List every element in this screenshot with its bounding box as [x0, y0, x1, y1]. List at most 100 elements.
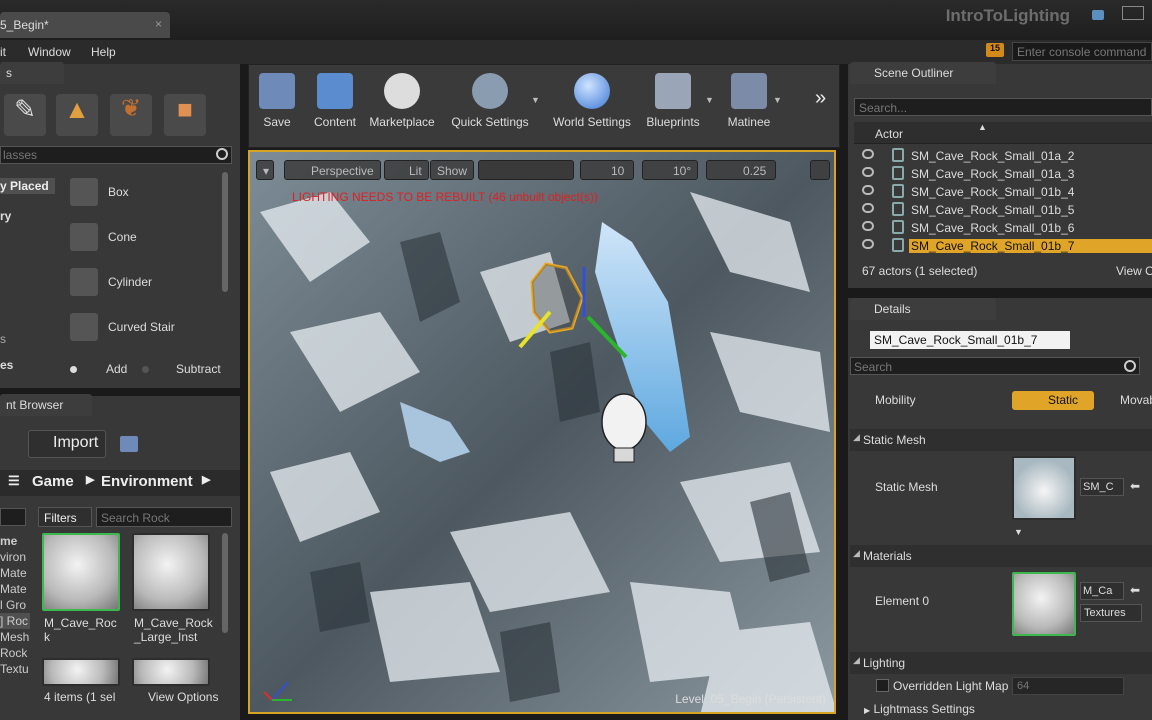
dropdown-arrow-icon[interactable]: ▼	[705, 95, 714, 105]
placeables-scrollbar[interactable]	[222, 172, 228, 292]
toolbar-overflow-icon[interactable]: »	[815, 87, 826, 110]
search-icon[interactable]	[216, 148, 228, 160]
outliner-row[interactable]: SM_Cave_Rock_Small_01b_5	[856, 201, 1152, 219]
outliner-row[interactable]: SM_Cave_Rock_Small_01b_4	[856, 183, 1152, 201]
tree-item[interactable]: Textu	[0, 661, 30, 677]
use-selected-arrow-icon[interactable]: ⬅	[1130, 583, 1140, 597]
mobility-static-button[interactable]: Static	[1012, 391, 1094, 410]
tab-content-browser[interactable]: nt Browser	[0, 394, 92, 416]
category-volumes[interactable]: s	[0, 332, 6, 346]
details-search-input[interactable]: Search	[850, 357, 1140, 375]
use-selected-arrow-icon[interactable]: ⬅	[1130, 479, 1140, 493]
visibility-eye-icon[interactable]	[862, 167, 874, 177]
rotation-snap-button[interactable]: 10°	[642, 160, 698, 180]
tree-item[interactable]: Mesh	[0, 629, 30, 645]
perspective-button[interactable]: Perspective	[284, 160, 381, 180]
asset-tree-search[interactable]	[0, 508, 26, 526]
static-mesh-thumbnail[interactable]	[1012, 456, 1076, 520]
section-materials[interactable]: Materials	[850, 545, 1152, 567]
material-thumbnail[interactable]	[1012, 572, 1076, 636]
save-button[interactable]: Save	[255, 73, 299, 129]
notification-icon[interactable]: 15	[986, 43, 1004, 57]
lightmass-settings-row[interactable]: ▶ Lightmass Settings	[864, 702, 975, 716]
mobility-movable-button[interactable]: Movab	[1120, 393, 1152, 407]
static-mesh-combo[interactable]: SM_C	[1080, 478, 1124, 496]
category-visual[interactable]: es	[0, 358, 13, 372]
subtract-radio[interactable]	[142, 366, 149, 373]
breadcrumb-game[interactable]: Game	[32, 473, 74, 490]
close-tab-icon[interactable]: ×	[155, 17, 162, 31]
visibility-eye-icon[interactable]	[862, 239, 874, 249]
lit-button[interactable]: Lit	[384, 160, 429, 180]
section-lighting[interactable]: Lighting	[850, 652, 1152, 674]
tree-item[interactable]: Mate	[0, 565, 30, 581]
matinee-button[interactable]: Matinee	[723, 73, 775, 129]
section-static-mesh[interactable]: Static Mesh	[850, 429, 1152, 451]
outliner-row[interactable]: SM_Cave_Rock_Small_01b_6	[856, 219, 1152, 237]
viewport-options-button[interactable]: ▾	[256, 160, 274, 180]
overridden-lightmap-checkbox[interactable]	[876, 679, 889, 692]
dropdown-arrow-icon[interactable]: ▼	[773, 95, 782, 105]
asset-thumbnail[interactable]	[42, 658, 120, 686]
view-options-button[interactable]: View Options	[148, 690, 218, 704]
visibility-eye-icon[interactable]	[862, 185, 874, 195]
mode-paint-icon[interactable]: ✎	[4, 94, 46, 136]
tab-modes[interactable]: s	[0, 62, 64, 84]
material-combo[interactable]: M_Ca	[1080, 582, 1124, 600]
menu-help[interactable]: Help	[91, 45, 116, 59]
breadcrumb-environment[interactable]: Environment	[101, 473, 193, 490]
mode-foliage-icon[interactable]: ❦	[110, 94, 152, 136]
outliner-row[interactable]: SM_Cave_Rock_Small_01a_3	[856, 165, 1152, 183]
menu-edit[interactable]: it	[0, 45, 6, 59]
asset-thumbnail[interactable]	[132, 658, 210, 686]
show-button[interactable]: Show	[430, 160, 475, 180]
classes-search-input[interactable]: lasses	[0, 146, 232, 164]
category-recently-placed[interactable]: y Placed	[0, 178, 55, 194]
add-radio[interactable]	[70, 366, 77, 373]
visibility-eye-icon[interactable]	[862, 203, 874, 213]
mode-landscape-icon[interactable]: ▲	[56, 94, 98, 136]
tab-scene-outliner[interactable]: Scene Outliner	[850, 62, 996, 84]
outliner-view-options[interactable]: View O	[1116, 264, 1152, 278]
textures-dropdown[interactable]: Textures	[1080, 604, 1142, 622]
minimize-button[interactable]	[1122, 6, 1144, 20]
world-settings-button[interactable]: World Settings	[551, 73, 633, 129]
category-basic[interactable]: ry	[0, 209, 11, 223]
actor-name-field[interactable]: SM_Cave_Rock_Small_01b_7	[870, 331, 1070, 349]
outliner-row[interactable]: SM_Cave_Rock_Small_01a_2	[856, 147, 1152, 165]
outliner-search-input[interactable]: Search...	[854, 98, 1152, 116]
scale-snap-button[interactable]: 0.25	[706, 160, 776, 180]
actor-column-header[interactable]: Actor	[875, 127, 903, 141]
document-tab[interactable]: 5_Begin* ×	[0, 12, 170, 38]
save-all-icon[interactable]	[120, 436, 138, 452]
tree-item[interactable]: Mate	[0, 581, 30, 597]
level-viewport[interactable]: ▾ Perspective Lit Show 10 10° 0.25 LIGHT…	[248, 150, 836, 714]
asset-thumbnail[interactable]	[42, 533, 120, 611]
asset-search-input[interactable]: Search Rock	[96, 507, 232, 527]
tree-item[interactable]: viron	[0, 549, 30, 565]
asset-thumbnail[interactable]	[132, 533, 210, 611]
search-icon[interactable]	[1124, 360, 1136, 372]
visibility-eye-icon[interactable]	[862, 149, 874, 159]
grid-snap-button[interactable]: 10	[580, 160, 634, 180]
list-icon[interactable]: ☰	[8, 473, 20, 489]
import-button[interactable]: Import	[28, 430, 106, 458]
tree-item[interactable]: Rock	[0, 645, 30, 661]
outliner-row[interactable]: SM_Cave_Rock_Small_01b_7	[856, 237, 1152, 255]
tree-item[interactable]: me	[0, 533, 30, 549]
lightmap-resolution-field[interactable]: 64	[1012, 677, 1124, 695]
menu-window[interactable]: Window	[28, 45, 71, 59]
tab-details[interactable]: Details	[850, 298, 996, 320]
tree-item[interactable]: ] Roc	[0, 613, 30, 629]
dropdown-arrow-icon[interactable]: ▼	[531, 95, 540, 105]
tree-item[interactable]: l Gro	[0, 597, 30, 613]
quick-settings-button[interactable]: Quick Settings	[449, 73, 531, 129]
transform-tools[interactable]	[478, 160, 574, 180]
console-input[interactable]: Enter console command	[1012, 42, 1152, 61]
filters-button[interactable]: Filters	[38, 507, 92, 527]
mode-geometry-icon[interactable]: ■	[164, 94, 206, 136]
content-button[interactable]: Content	[309, 73, 361, 129]
maximize-viewport-button[interactable]	[810, 160, 830, 180]
visibility-eye-icon[interactable]	[862, 221, 874, 231]
asset-scrollbar[interactable]	[222, 533, 228, 633]
